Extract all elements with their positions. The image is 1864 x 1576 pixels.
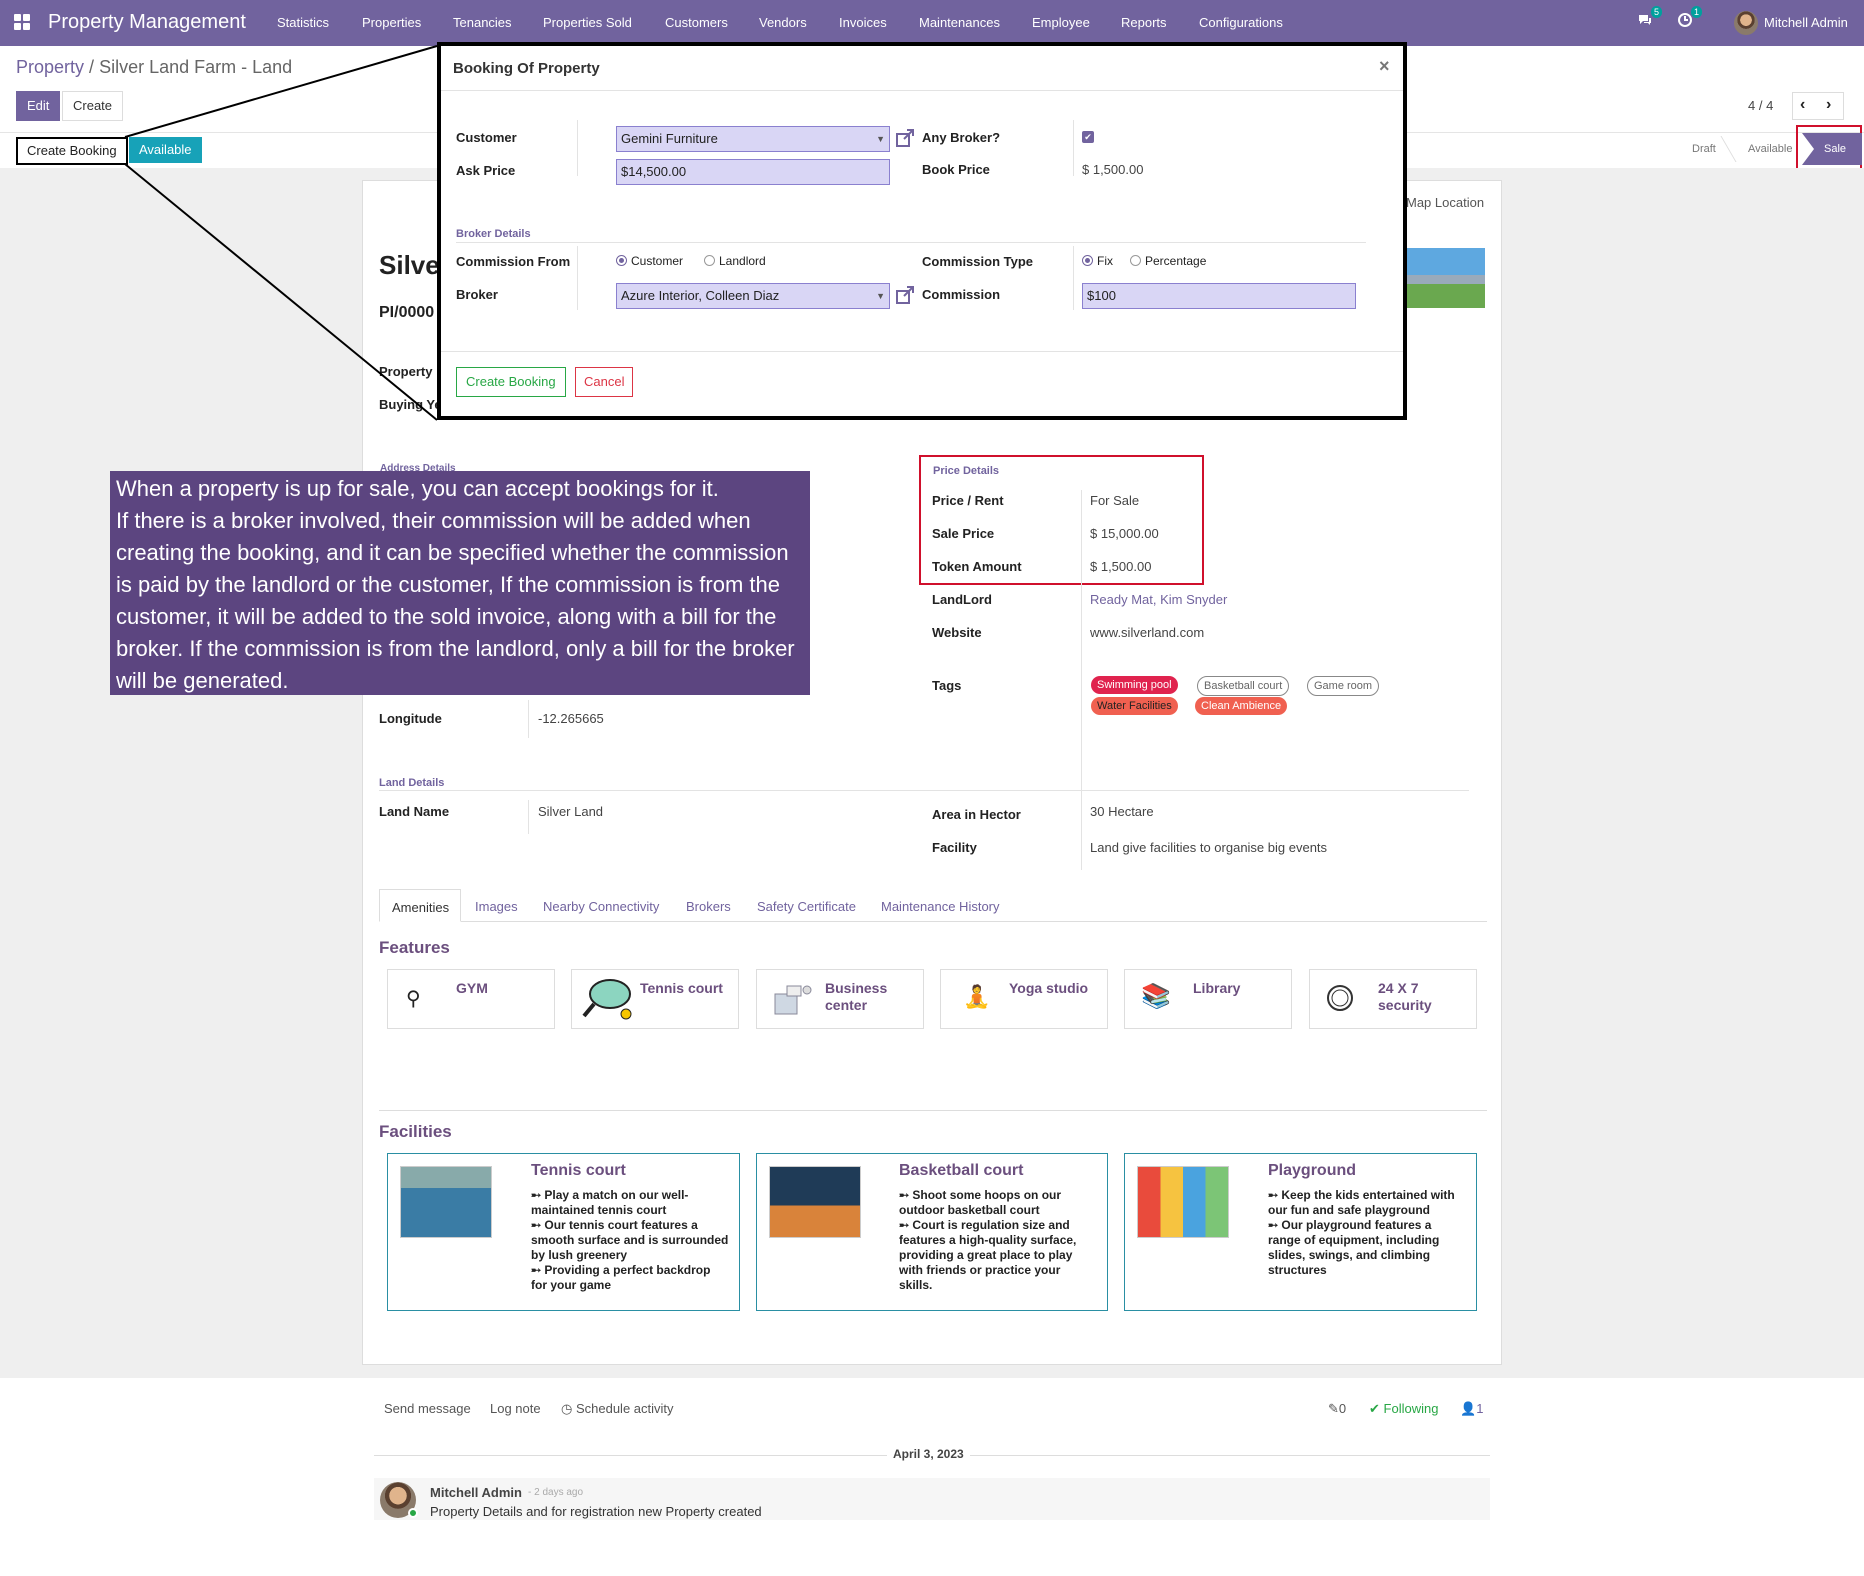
commission-from-label: Commission From <box>456 254 571 269</box>
callout-line: If there is a broker involved, their com… <box>116 508 795 693</box>
dialog-divider <box>577 246 578 310</box>
broker-label: Broker <box>456 287 498 302</box>
external-link-icon[interactable] <box>895 285 915 305</box>
dialog-divider <box>1073 120 1074 176</box>
ask-price-label: Ask Price <box>456 163 516 178</box>
broker-details-title: Broker Details <box>456 228 531 240</box>
commission-input[interactable]: $100 <box>1082 283 1356 309</box>
radio-selected-icon <box>1082 255 1093 266</box>
dialog-divider <box>577 120 578 176</box>
connector-line-bottom <box>124 163 438 421</box>
callout-line: When a property is up for sale, you can … <box>116 476 719 501</box>
any-broker-checkbox[interactable]: ✔ <box>1082 131 1094 143</box>
dialog-header-divider <box>441 90 1403 91</box>
chevron-down-icon: ▼ <box>876 291 885 301</box>
create-booking-button[interactable]: Create Booking <box>456 367 566 397</box>
commission-type-label: Commission Type <box>922 254 1034 269</box>
radio-unselected-icon <box>1130 255 1141 266</box>
chevron-down-icon: ▼ <box>876 134 885 144</box>
dialog-title: Booking Of Property <box>453 60 600 77</box>
radio-selected-icon <box>616 255 627 266</box>
broker-section-divider <box>456 242 1366 243</box>
radio-unselected-icon <box>704 255 715 266</box>
booking-dialog: Booking Of Property × Customer Gemini Fu… <box>437 42 1407 420</box>
commission-from-customer-radio[interactable]: Customer <box>616 254 683 268</box>
ask-price-input[interactable]: $14,500.00 <box>616 159 890 185</box>
radio-label: Landlord <box>719 254 766 268</box>
commission-type-fix-radio[interactable]: Fix <box>1082 254 1113 268</box>
close-icon[interactable]: × <box>1379 56 1390 77</box>
customer-select[interactable]: Gemini Furniture ▼ <box>616 126 890 152</box>
radio-label: Customer <box>631 254 684 268</box>
any-broker-label: Any Broker? <box>922 130 1001 145</box>
radio-label: Fix <box>1097 254 1113 268</box>
dialog-footer-divider <box>441 351 1403 352</box>
commission-label: Commission <box>922 287 1001 302</box>
book-price-label: Book Price <box>922 162 990 177</box>
broker-value: Azure Interior, Colleen Diaz <box>621 288 780 303</box>
customer-value: Gemini Furniture <box>621 131 718 146</box>
book-price-value: $ 1,500.00 <box>1082 162 1144 177</box>
customer-label: Customer <box>456 130 517 145</box>
commission-from-landlord-radio[interactable]: Landlord <box>704 254 766 268</box>
radio-label: Percentage <box>1145 254 1207 268</box>
broker-select[interactable]: Azure Interior, Colleen Diaz ▼ <box>616 283 890 309</box>
external-link-icon[interactable] <box>895 128 915 148</box>
connector-line-top <box>124 45 438 138</box>
commission-type-percentage-radio[interactable]: Percentage <box>1130 254 1206 268</box>
cancel-button[interactable]: Cancel <box>575 367 634 397</box>
annotation-callout: When a property is up for sale, you can … <box>110 471 810 695</box>
dialog-divider <box>1073 246 1074 310</box>
